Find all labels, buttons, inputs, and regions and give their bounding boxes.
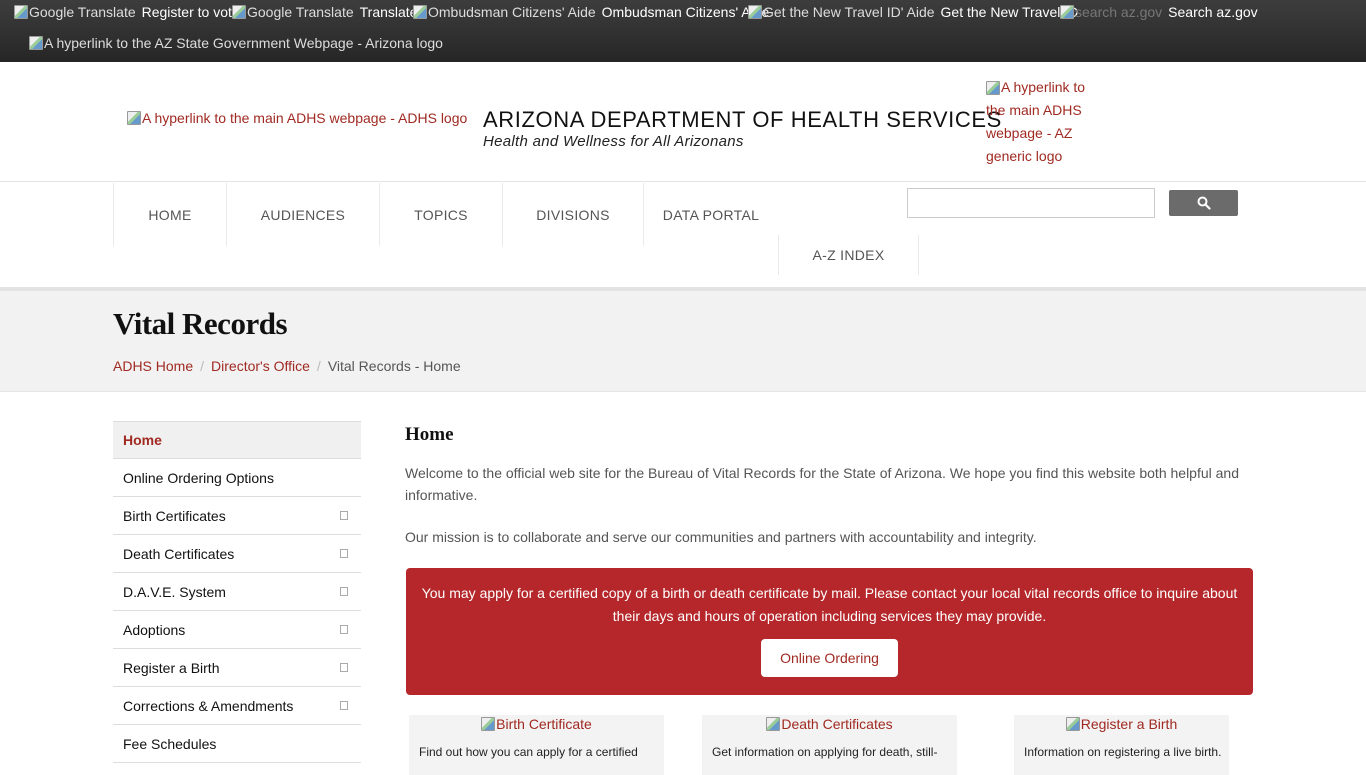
register-to-vote-label: Register to vote: [141, 4, 240, 20]
sidebar-item-home[interactable]: Home: [113, 421, 361, 459]
arizona-logo-icon: [29, 36, 43, 50]
adhs-logo-link[interactable]: A hyperlink to the main ADHS webpage - A…: [127, 110, 467, 126]
breadcrumb-adhs-home[interactable]: ADHS Home: [113, 358, 193, 374]
mail-order-alert: You may apply for a certified copy of a …: [406, 568, 1253, 695]
az-generic-logo-icon: [986, 81, 1000, 96]
page-title-band: Vital Records ADHS Home / Director's Offic…: [0, 291, 1366, 392]
ombudsman-link[interactable]: Ombudsman Citizens' Aide Ombudsman Citiz…: [413, 4, 769, 20]
register-birth-image-icon: Register a Birth: [1014, 716, 1229, 732]
travel-id-link[interactable]: Get the New Travel ID' Aide Get the New …: [748, 4, 1078, 20]
register-to-vote-link[interactable]: Google Translate Register to vote: [14, 4, 240, 20]
nav-data-portal[interactable]: DATA PORTAL: [644, 183, 778, 246]
translate-label: Translate: [359, 4, 418, 20]
az-state-logo-alt: A hyperlink to the AZ State Government W…: [44, 35, 443, 51]
death-certificates-card[interactable]: Death Certificates Get information on ap…: [702, 715, 957, 775]
ombudsman-image-icon: Ombudsman Citizens' Aide: [413, 4, 596, 20]
search-button[interactable]: [1169, 190, 1238, 216]
search-azgov-link[interactable]: search az.gov Search az.gov: [1060, 4, 1258, 20]
expand-icon[interactable]: [340, 701, 348, 710]
alert-text: You may apply for a certified copy of a …: [421, 585, 1238, 624]
sidebar-nav: Home Online Ordering Options Birth Certi…: [113, 421, 361, 763]
sidebar-item-label: D.A.V.E. System: [123, 583, 226, 600]
nav-topics[interactable]: TOPICS: [380, 183, 503, 246]
breadcrumb: ADHS Home / Director's Office / Vital Record…: [113, 358, 461, 374]
az-generic-logo-link[interactable]: A hyperlink to the main ADHS webpage - A…: [986, 76, 1106, 168]
travel-id-image-icon: Get the New Travel ID' Aide: [748, 4, 935, 20]
search-input[interactable]: [907, 188, 1155, 218]
sidebar-item-label: Home: [123, 432, 162, 448]
sidebar-item-register-birth[interactable]: Register a Birth: [113, 649, 361, 687]
sidebar-item-birth-certificates[interactable]: Birth Certificates: [113, 497, 361, 535]
adhs-logo-icon: [127, 111, 141, 125]
main-nav: HOME AUDIENCES TOPICS DIVISIONS DATA POR…: [0, 183, 1366, 289]
utility-bar: Google Translate Register to vote Google…: [0, 0, 1366, 62]
search-azgov-label: Search az.gov: [1168, 4, 1258, 20]
sidebar-item-label: Adoptions: [123, 621, 186, 638]
card-description: Find out how you can apply for a certifi…: [419, 745, 638, 759]
page-title: Vital Records: [113, 306, 288, 341]
content-heading: Home: [405, 424, 454, 445]
sidebar-item-adoptions[interactable]: Adoptions: [113, 611, 361, 649]
search-image-icon: search az.gov: [1060, 4, 1162, 20]
translate-link[interactable]: Google Translate Translate: [232, 4, 417, 20]
breadcrumb-separator: /: [200, 358, 205, 374]
mission-paragraph: Our mission is to collaborate and serve …: [405, 529, 1037, 545]
sidebar-item-label: Death Certificates: [123, 545, 235, 562]
main-content: Home Welcome to the official web site fo…: [405, 421, 1253, 775]
birth-certificate-image-icon: Birth Certificate: [409, 716, 664, 732]
sidebar-item-fee-schedules[interactable]: Fee Schedules: [113, 725, 361, 763]
breadcrumb-directors-office[interactable]: Director's Office: [211, 358, 310, 374]
sidebar-item-corrections[interactable]: Corrections & Amendments: [113, 687, 361, 725]
nav-a-z-index[interactable]: A-Z INDEX: [778, 235, 919, 275]
sidebar-item-online-ordering[interactable]: Online Ordering Options: [113, 459, 361, 497]
sidebar-item-dave-system[interactable]: D.A.V.E. System: [113, 573, 361, 611]
nav-divisions[interactable]: DIVISIONS: [503, 183, 644, 246]
site-header: A hyperlink to the main ADHS webpage - A…: [0, 62, 1366, 182]
nav-audiences[interactable]: AUDIENCES: [227, 183, 380, 246]
online-ordering-button[interactable]: Online Ordering: [761, 639, 898, 677]
sidebar-item-label: Online Ordering Options: [123, 469, 274, 486]
card-description: Get information on applying for death, s…: [712, 745, 938, 759]
sidebar-item-label: Register a Birth: [123, 659, 220, 676]
breadcrumb-separator: /: [316, 358, 321, 374]
az-generic-logo-alt: A hyperlink to the main ADHS webpage - A…: [986, 79, 1086, 164]
search-icon: [1197, 196, 1211, 210]
google-translate-image-icon: Google Translate: [14, 4, 136, 20]
expand-icon[interactable]: [340, 663, 348, 672]
expand-icon[interactable]: [340, 625, 348, 634]
expand-icon[interactable]: [340, 549, 348, 558]
sidebar-item-label: Fee Schedules: [123, 735, 217, 752]
welcome-paragraph: Welcome to the official web site for the…: [405, 465, 1240, 503]
sidebar-item-label: Corrections & Amendments: [123, 697, 294, 714]
expand-icon[interactable]: [340, 511, 348, 520]
site-title: ARIZONA DEPARTMENT OF HEALTH SERVICES: [483, 107, 1002, 132]
nav-home[interactable]: HOME: [113, 183, 227, 246]
sidebar-item-death-certificates[interactable]: Death Certificates: [113, 535, 361, 573]
register-birth-card[interactable]: Register a Birth Information on register…: [1014, 715, 1229, 775]
travel-id-label: Get the New Travel ID: [940, 4, 1079, 20]
expand-icon[interactable]: [340, 587, 348, 596]
card-description: Information on registering a live birth.: [1024, 745, 1222, 759]
ombudsman-label: Ombudsman Citizens' Aide: [601, 4, 770, 20]
google-translate-image-icon: Google Translate: [232, 4, 354, 20]
breadcrumb-current: Vital Records - Home: [327, 358, 461, 374]
az-state-logo-link[interactable]: A hyperlink to the AZ State Government W…: [29, 35, 443, 51]
adhs-logo-alt: A hyperlink to the main ADHS webpage - A…: [142, 110, 468, 126]
birth-certificate-card[interactable]: Birth Certificate Find out how you can a…: [409, 715, 664, 775]
site-tagline: Health and Wellness for All Arizonans: [483, 133, 744, 150]
sidebar-item-label: Birth Certificates: [123, 507, 226, 524]
death-certificate-image-icon: Death Certificates: [702, 716, 957, 732]
